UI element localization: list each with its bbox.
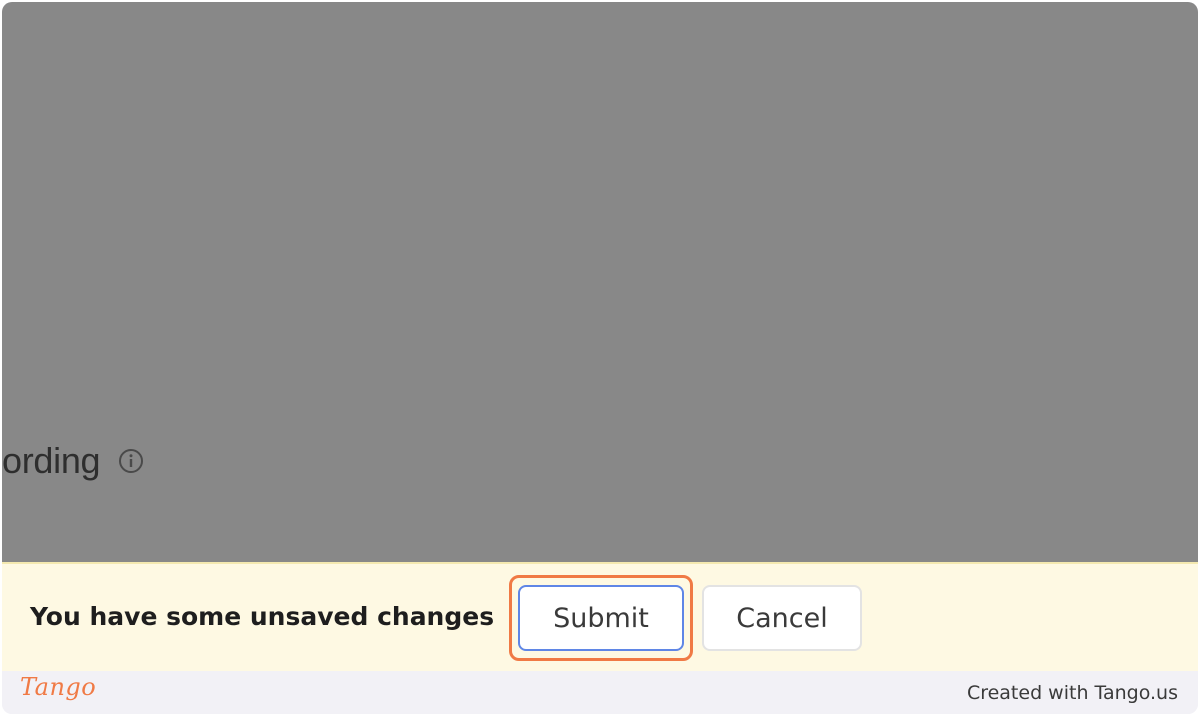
modal-overlay: ording	[2, 2, 1198, 562]
footer-credit: Created with Tango.us	[966, 682, 1178, 704]
tango-footer: Tango Created with Tango.us	[2, 671, 1198, 714]
tango-logo: Tango	[20, 673, 97, 701]
setting-row: ording	[2, 438, 144, 484]
unsaved-changes-bar: You have some unsaved changes Submit Can…	[2, 562, 1198, 671]
screenshot-frame: ording You have some unsaved changes Sub…	[2, 2, 1198, 714]
submit-button[interactable]: Submit	[518, 585, 684, 651]
info-circle-icon[interactable]	[118, 448, 144, 474]
unsaved-changes-message: You have some unsaved changes	[30, 602, 495, 631]
setting-label: ording	[2, 440, 101, 481]
cancel-button[interactable]: Cancel	[702, 585, 862, 651]
